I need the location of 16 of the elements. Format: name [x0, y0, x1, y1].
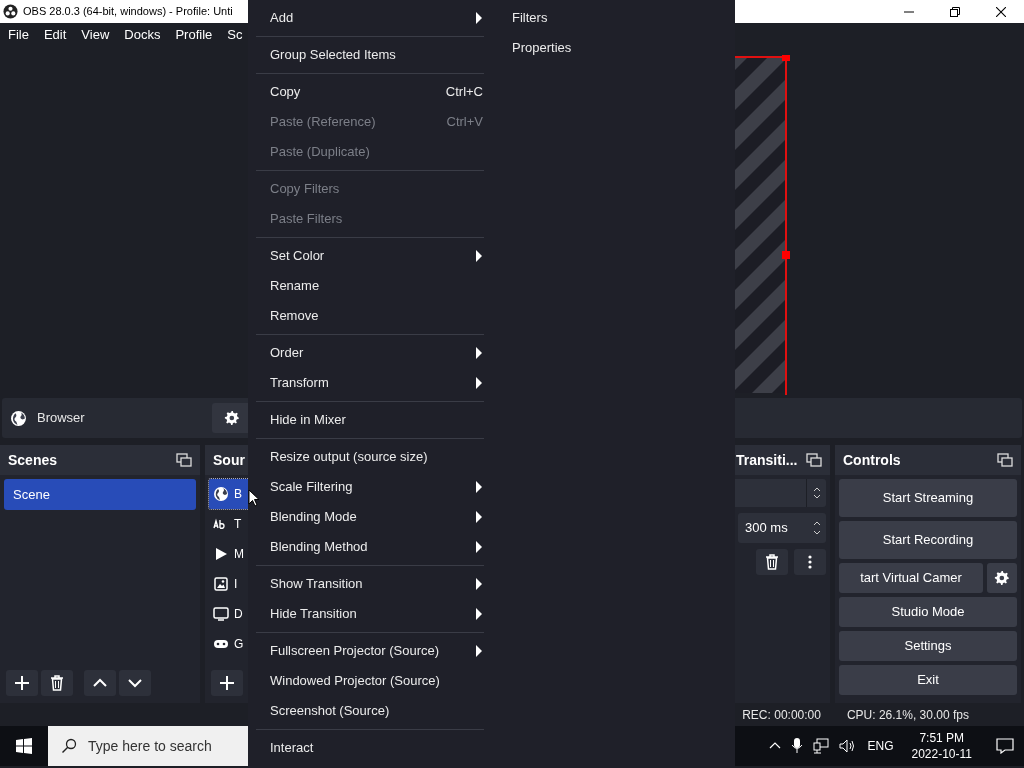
shortcut-text: Ctrl+C: [445, 83, 484, 102]
source-label: I: [234, 576, 238, 593]
shortcut-text: Ctrl+V: [446, 113, 484, 132]
source-label: T: [234, 516, 242, 533]
source-label: B: [234, 486, 242, 503]
status-text: REC: 00:00:00: [742, 706, 821, 724]
source-label: G: [234, 636, 244, 653]
source-label: M: [234, 546, 244, 563]
status-text: CPU: 26.1%, 30.00 fps: [846, 706, 969, 724]
source-name: Browser: [37, 409, 86, 428]
dock-title: Controls: [843, 450, 901, 470]
source-label: D: [234, 606, 243, 623]
dock-title: Transiti...: [736, 450, 798, 470]
dock-title: Scenes: [8, 450, 58, 470]
dock-title: Sour: [213, 450, 245, 470]
window-title: OBS 28.0.3 (64-bit, windows) - Profile: Unti: [23, 4, 233, 20]
